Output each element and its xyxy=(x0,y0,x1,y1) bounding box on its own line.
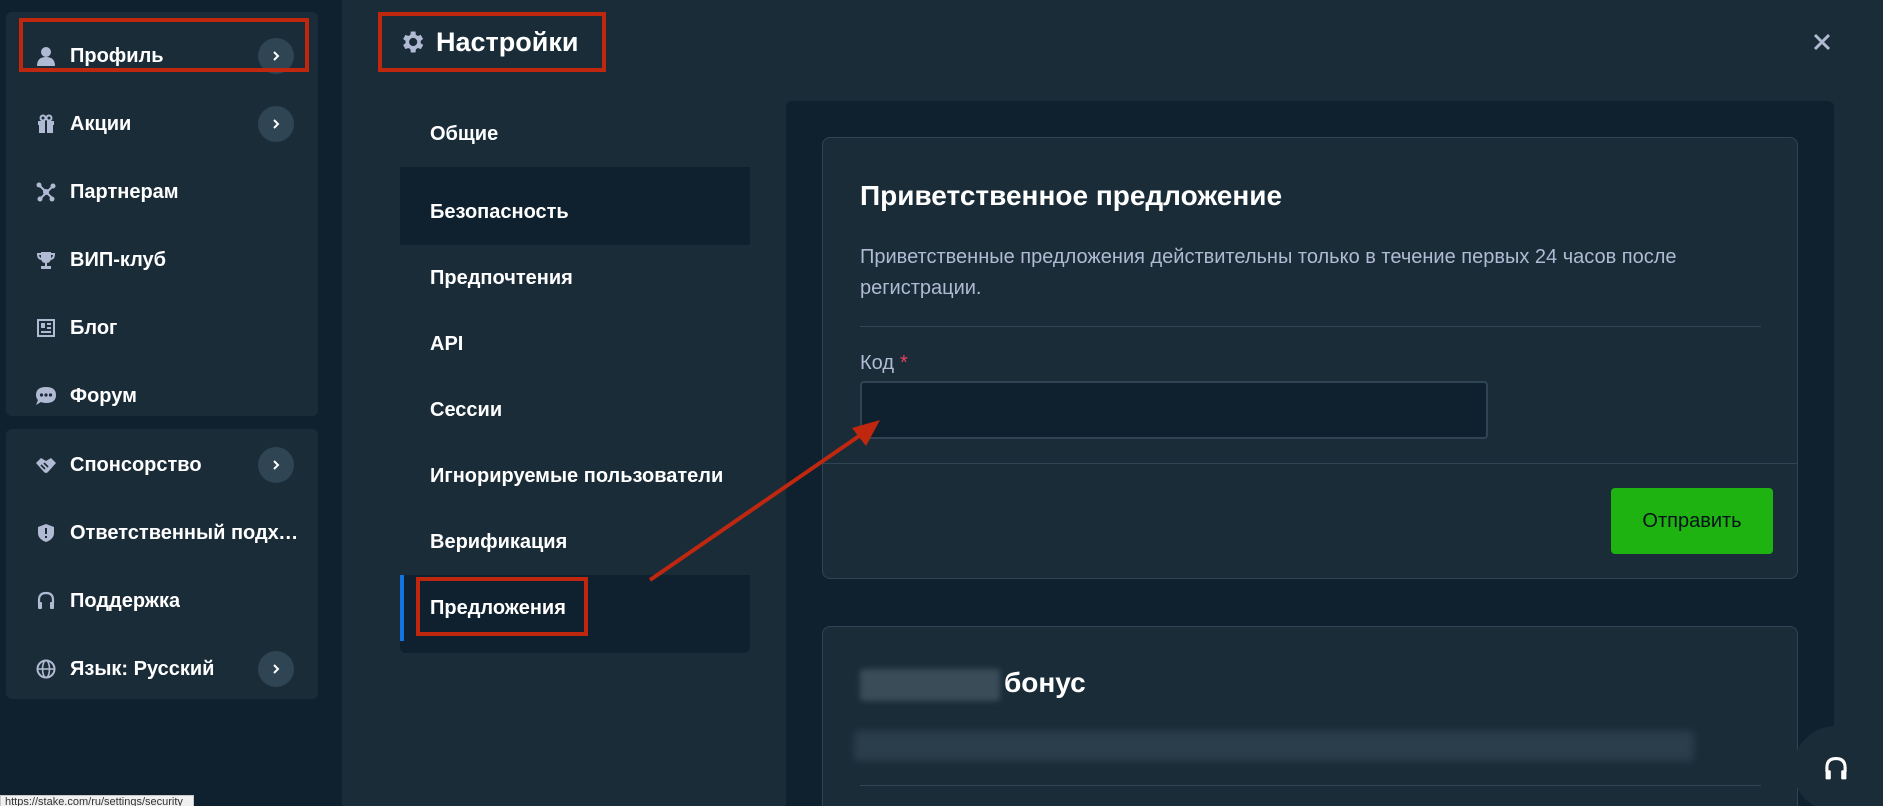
trophy-icon xyxy=(34,248,58,272)
divider xyxy=(860,326,1761,327)
bonus-card: бонус xyxy=(822,626,1798,806)
status-bar-url: https://stake.com/ru/settings/security xyxy=(0,795,194,806)
sidebar-item-label: Спонсорство xyxy=(70,453,202,476)
sidebar-item-label: Блог xyxy=(70,316,118,339)
sidebar-item-label: Форум xyxy=(70,384,137,407)
gift-icon xyxy=(34,112,58,136)
highlight-offers-tab xyxy=(416,577,588,636)
sidebar-item-language[interactable]: Язык: Русский xyxy=(18,647,306,691)
blurred-description xyxy=(854,731,1694,761)
close-icon xyxy=(1813,33,1831,51)
close-button[interactable] xyxy=(1808,28,1836,56)
sidebar-item-support[interactable]: Поддержка xyxy=(18,579,306,623)
code-field-label: Код * xyxy=(860,352,908,375)
sidebar-group-main: Профиль Акции Партнерам ВИП-клуб Блог Фо… xyxy=(6,12,318,416)
chevron-right-icon[interactable] xyxy=(258,651,294,687)
sidebar-item-affiliate[interactable]: Партнерам xyxy=(18,170,306,214)
highlight-profile xyxy=(19,18,309,72)
tab-api[interactable]: API xyxy=(400,311,750,377)
sidebar-item-label: ВИП-клуб xyxy=(70,248,167,271)
code-label-text: Код xyxy=(860,352,895,374)
sidebar-item-label: Ответственный подхо... xyxy=(70,521,300,544)
affiliate-icon xyxy=(34,180,58,204)
divider xyxy=(860,785,1761,786)
globe-icon xyxy=(34,657,58,681)
tab-general[interactable]: Общие xyxy=(400,101,750,167)
bonus-card-title: бонус xyxy=(860,667,1086,701)
sidebar-item-sponsorship[interactable]: Спонсорство xyxy=(18,443,306,487)
required-mark: * xyxy=(900,352,908,374)
tab-verification[interactable]: Верификация xyxy=(400,509,750,575)
sidebar: Профиль Акции Партнерам ВИП-клуб Блог Фо… xyxy=(0,0,342,806)
tab-ignored-users[interactable]: Игнорируемые пользователи xyxy=(400,443,750,509)
chat-icon xyxy=(34,384,58,408)
blurred-word xyxy=(860,668,1000,701)
headset-icon xyxy=(34,589,58,613)
sidebar-item-promotions[interactable]: Акции xyxy=(18,102,306,146)
welcome-offer-card: Приветственное предложение Приветственны… xyxy=(822,137,1798,579)
welcome-offer-title: Приветственное предложение xyxy=(860,180,1283,211)
handshake-icon xyxy=(34,453,58,477)
shield-icon xyxy=(34,521,58,545)
tab-preferences[interactable]: Предпочтения xyxy=(400,245,750,311)
tab-security[interactable]: Безопасность xyxy=(400,179,750,245)
welcome-offer-footer: Отправить xyxy=(823,463,1797,578)
sidebar-item-label: Поддержка xyxy=(70,589,181,612)
main-panel: Приветственное предложение Приветственны… xyxy=(786,101,1834,806)
sidebar-item-label: Акции xyxy=(70,112,132,135)
sidebar-item-responsible-gambling[interactable]: Ответственный подхо... xyxy=(18,511,306,555)
code-input[interactable] xyxy=(860,381,1488,439)
settings-menu: Общие Безопасность Предпочтения API Сесс… xyxy=(400,101,750,653)
chevron-right-icon[interactable] xyxy=(258,106,294,142)
sidebar-item-forum[interactable]: Форум xyxy=(18,374,306,418)
support-chat-button[interactable] xyxy=(1793,726,1879,806)
sidebar-item-label: Язык: Русский xyxy=(70,657,215,680)
highlight-title xyxy=(378,12,606,72)
headset-icon xyxy=(1825,757,1847,780)
tab-sessions[interactable]: Сессии xyxy=(400,377,750,443)
welcome-offer-description: Приветственные предложения действительны… xyxy=(860,246,1677,299)
bonus-title-text: бонус xyxy=(1004,667,1086,698)
submit-button[interactable]: Отправить xyxy=(1611,488,1773,554)
sidebar-item-label: Партнерам xyxy=(70,180,179,203)
sidebar-item-blog[interactable]: Блог xyxy=(18,306,306,350)
blog-icon xyxy=(34,316,58,340)
sidebar-group-secondary: Спонсорство Ответственный подхо... Подде… xyxy=(6,429,318,699)
sidebar-item-vip[interactable]: ВИП-клуб xyxy=(18,238,306,282)
chevron-right-icon[interactable] xyxy=(258,447,294,483)
